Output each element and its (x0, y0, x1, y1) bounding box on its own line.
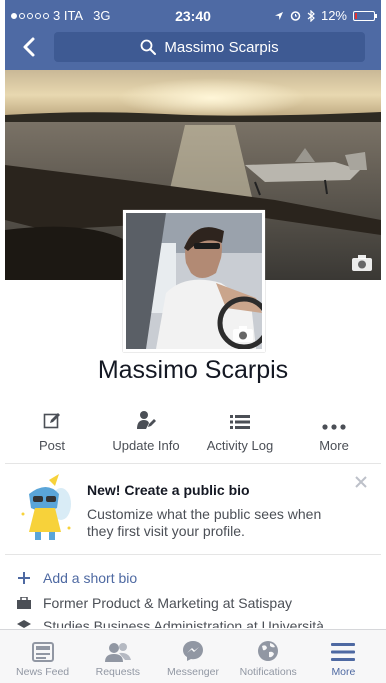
profile-picture[interactable] (123, 210, 265, 352)
post-button[interactable]: Post (5, 404, 99, 462)
work-text: Former Product & Marketing at Satispay (43, 595, 292, 611)
status-bar: 3 ITA 3G 23:40 12% (5, 0, 381, 32)
alarm-icon (290, 11, 301, 21)
update-info-label: Update Info (112, 438, 180, 453)
tab-news-feed[interactable]: News Feed (5, 630, 80, 683)
profile-actions: Post Update Info Activity Log More (5, 404, 381, 462)
briefcase-icon (17, 597, 31, 609)
post-label: Post (38, 438, 65, 453)
tab-notifications[interactable]: Notifications (231, 630, 306, 683)
tab-messenger[interactable]: Messenger (155, 630, 230, 683)
bottom-tab-bar: News Feed Requests Messenger Notificatio… (0, 629, 386, 683)
top-bar: 3 ITA 3G 23:40 12% Massimo Scarpis (5, 0, 381, 70)
camera-icon[interactable] (351, 254, 373, 272)
edit-icon (43, 413, 60, 429)
bio-card-text: Customize what the public sees when they… (87, 506, 322, 539)
more-label: More (319, 438, 349, 453)
battery-percent: 12% (320, 8, 347, 23)
profile-info-list: Add a short bio Former Product & Marketi… (5, 558, 381, 628)
tab-more[interactable]: More (306, 630, 381, 683)
messenger-icon (183, 641, 203, 661)
tab-label: News Feed (16, 666, 70, 678)
battery-icon (353, 10, 377, 21)
status-right: 12% (274, 8, 377, 23)
news-feed-icon (31, 642, 54, 662)
list-icon (230, 415, 250, 429)
more-button[interactable]: More (287, 404, 381, 462)
camera-icon[interactable] (232, 325, 254, 343)
public-bio-card[interactable]: New! Create a public bio Customize what … (5, 463, 381, 555)
tab-label: Messenger (167, 666, 219, 678)
back-arrow-icon[interactable] (19, 36, 41, 58)
globe-icon (258, 641, 279, 661)
close-icon[interactable] (355, 476, 367, 488)
search-bar[interactable]: Massimo Scarpis (54, 32, 365, 62)
add-bio-link[interactable]: Add a short bio (5, 570, 137, 586)
tab-label: Requests (95, 666, 140, 678)
bio-card-title: New! Create a public bio (87, 482, 250, 498)
location-icon (274, 11, 283, 20)
education-icon (17, 620, 31, 628)
tab-label: Notifications (239, 666, 297, 678)
update-info-icon (137, 411, 156, 429)
add-bio-label: Add a short bio (43, 570, 138, 586)
update-info-button[interactable]: Update Info (99, 404, 193, 462)
more-dots-icon (322, 424, 346, 430)
activity-log-label: Activity Log (206, 438, 274, 453)
requests-icon (104, 643, 131, 662)
bluetooth-icon (307, 9, 315, 22)
profile-name: Massimo Scarpis (97, 356, 289, 384)
work-info: Former Product & Marketing at Satispay (5, 595, 292, 611)
plus-icon (18, 572, 30, 584)
study-text: Studies Business Administration at Unive… (43, 618, 324, 628)
menu-icon (331, 643, 356, 661)
mascot-illustration (21, 474, 71, 540)
tab-requests[interactable]: Requests (80, 630, 155, 683)
study-info: Studies Business Administration at Unive… (5, 618, 324, 628)
activity-log-button[interactable]: Activity Log (193, 404, 287, 462)
tab-label: More (331, 666, 356, 678)
search-icon (140, 39, 157, 55)
search-text: Massimo Scarpis (164, 38, 279, 56)
